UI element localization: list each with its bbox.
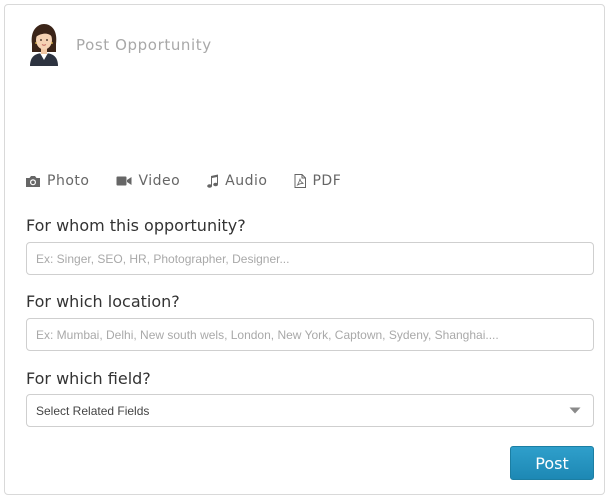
media-attachment-bar: Photo Video Audio PDF bbox=[25, 173, 368, 189]
related-fields-select[interactable]: Select Related Fields bbox=[26, 394, 594, 427]
location-label: For which location? bbox=[26, 292, 180, 311]
whom-label: For whom this opportunity? bbox=[26, 216, 246, 235]
location-input[interactable] bbox=[26, 318, 594, 351]
user-avatar bbox=[26, 22, 62, 66]
photo-button[interactable]: Photo bbox=[25, 173, 89, 189]
audio-button[interactable]: Audio bbox=[207, 173, 267, 189]
post-opportunity-card: Post Opportunity Photo Video Audio PDF F… bbox=[4, 4, 605, 495]
post-button[interactable]: Post bbox=[510, 446, 594, 480]
video-label: Video bbox=[138, 173, 181, 189]
audio-label: Audio bbox=[225, 173, 268, 189]
video-camera-icon bbox=[116, 176, 132, 186]
pdf-file-icon bbox=[294, 174, 307, 188]
video-button[interactable]: Video bbox=[116, 173, 180, 189]
photo-label: Photo bbox=[47, 173, 90, 189]
whom-input[interactable] bbox=[26, 242, 594, 275]
field-label: For which field? bbox=[26, 369, 151, 388]
post-text-placeholder[interactable]: Post Opportunity bbox=[76, 36, 212, 54]
chevron-down-icon bbox=[569, 407, 581, 414]
select-value: Select Related Fields bbox=[36, 403, 150, 418]
pdf-label: PDF bbox=[312, 173, 342, 189]
camera-icon bbox=[26, 175, 40, 187]
music-note-icon bbox=[207, 174, 219, 188]
pdf-button[interactable]: PDF bbox=[294, 173, 341, 189]
